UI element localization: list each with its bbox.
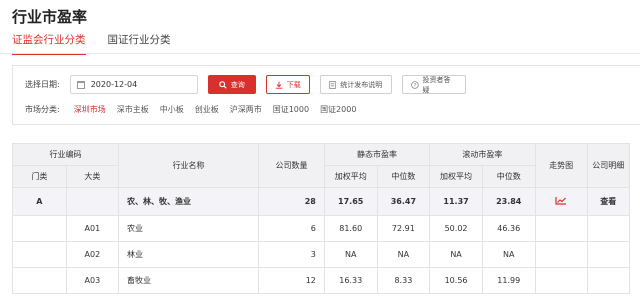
cell-subcategory: A01 xyxy=(65,215,119,242)
cell-company-detail xyxy=(586,215,631,242)
header-company-detail: 公司明细 xyxy=(586,143,631,188)
cell-static-median: 36.47 xyxy=(376,187,431,216)
header-subcategory: 大类 xyxy=(65,165,119,188)
line-chart-icon[interactable] xyxy=(555,196,567,205)
cell-trend xyxy=(534,215,588,242)
filter-row-market: 市场分类: 深圳市场 深市主板 中小板 创业板 沪深两市 国证1000 国证20… xyxy=(25,104,367,115)
cell-rolling-median: 23.84 xyxy=(481,187,536,216)
cell-subcategory xyxy=(65,187,119,216)
cell-subcategory: A03 xyxy=(65,267,119,294)
date-label: 选择日期: xyxy=(25,80,60,89)
help-icon: ? xyxy=(410,80,419,88)
market-option-sh-sz[interactable]: 沪深两市 xyxy=(230,104,262,115)
cell-industry-name: 农业 xyxy=(117,215,260,242)
table-row: A02 林业 3 NA NA NA NA xyxy=(12,241,631,268)
cell-rolling-median: 11.99 xyxy=(481,267,536,294)
cell-company-count: 3 xyxy=(258,241,325,268)
table-row: A01 农业 6 81.60 72.91 50.02 46.36 xyxy=(12,215,631,242)
cell-category xyxy=(12,267,67,294)
header-industry-code: 行业编码 xyxy=(12,143,119,166)
date-input[interactable]: 2020-12-04 xyxy=(69,75,198,94)
market-option-sz-main[interactable]: 深市主板 xyxy=(117,104,149,115)
cell-category xyxy=(12,241,67,268)
market-option-chinext[interactable]: 创业板 xyxy=(195,104,219,115)
cell-company-count: 12 xyxy=(258,267,325,294)
search-icon xyxy=(218,80,227,89)
header-rolling-pe: 滚动市盈率 xyxy=(429,143,536,166)
cell-rolling-weighted: 50.02 xyxy=(429,215,483,242)
svg-text:?: ? xyxy=(413,82,416,88)
cell-trend xyxy=(534,267,588,294)
cell-static-weighted: 16.33 xyxy=(323,267,378,294)
query-label: 查询 xyxy=(230,80,245,89)
cell-category: A xyxy=(12,187,67,216)
download-label: 下载 xyxy=(286,80,301,89)
cell-company-count: 28 xyxy=(258,187,325,216)
market-option-shenzhen[interactable]: 深圳市场 xyxy=(74,104,106,115)
header-static-median: 中位数 xyxy=(376,165,431,188)
tabs-divider xyxy=(0,53,640,54)
cell-rolling-weighted: 11.37 xyxy=(429,187,483,216)
header-rolling-median: 中位数 xyxy=(481,165,536,188)
filter-panel: 选择日期: 2020-12-04 查询 下载 统计发布说明 ? 投资者答疑 市场… xyxy=(12,65,640,125)
cell-static-median: NA xyxy=(376,241,431,268)
market-option-cn1000[interactable]: 国证1000 xyxy=(273,104,309,115)
download-icon xyxy=(275,81,282,89)
page-title: 行业市盈率 xyxy=(12,8,88,26)
market-label: 市场分类: xyxy=(25,105,60,114)
cell-rolling-median: 46.36 xyxy=(481,215,536,242)
header-category: 门类 xyxy=(12,165,67,188)
pe-ratio-table: 行业编码 行业名称 公司数量 静态市盈率 滚动市盈率 走势图 公司明细 门类 大… xyxy=(12,143,631,294)
header-industry-name: 行业名称 xyxy=(117,143,260,188)
cell-rolling-weighted: NA xyxy=(429,241,483,268)
cell-industry-name: 林业 xyxy=(117,241,260,268)
cell-trend xyxy=(534,187,588,216)
investor-guide-button[interactable]: ? 投资者答疑 xyxy=(401,75,466,94)
download-button[interactable]: 下载 xyxy=(265,75,310,94)
header-company-count: 公司数量 xyxy=(258,143,325,188)
cell-static-median: 8.33 xyxy=(376,267,431,294)
tab-cnindex-classification[interactable]: 国证行业分类 xyxy=(108,32,171,55)
table-row: A 农、林、牧、渔业 28 17.65 36.47 11.37 23.84 查看 xyxy=(12,187,631,216)
header-rolling-weighted: 加权平均 xyxy=(429,165,483,188)
cell-category xyxy=(12,215,67,242)
cell-trend xyxy=(534,241,588,268)
query-button[interactable]: 查询 xyxy=(207,75,256,94)
cell-subcategory: A02 xyxy=(65,241,119,268)
date-value: 2020-12-04 xyxy=(90,80,138,89)
header-trend: 走势图 xyxy=(534,143,588,188)
classification-tabs: 证监会行业分类 国证行业分类 xyxy=(12,32,171,55)
publish-note-label: 统计发布说明 xyxy=(340,80,383,89)
table-row: A03 畜牧业 12 16.33 8.33 10.56 11.99 xyxy=(12,267,631,294)
cell-static-weighted: 17.65 xyxy=(323,187,378,216)
cell-company-count: 6 xyxy=(258,215,325,242)
view-detail-link[interactable]: 查看 xyxy=(586,187,631,216)
cell-industry-name: 农、林、牧、渔业 xyxy=(117,187,260,216)
investor-guide-label: 投资者答疑 xyxy=(422,75,451,94)
cell-company-detail xyxy=(586,241,631,268)
tab-csrc-classification[interactable]: 证监会行业分类 xyxy=(12,32,86,55)
cell-rolling-median: NA xyxy=(481,241,536,268)
publish-note-button[interactable]: 统计发布说明 xyxy=(319,75,392,94)
cell-static-weighted: 81.60 xyxy=(323,215,378,242)
cell-industry-name: 畜牧业 xyxy=(117,267,260,294)
calendar-icon xyxy=(76,80,85,89)
cell-company-detail xyxy=(586,267,631,294)
filter-row-date: 选择日期: 2020-12-04 查询 下载 统计发布说明 ? 投资者答疑 xyxy=(25,75,466,94)
header-static-weighted: 加权平均 xyxy=(323,165,378,188)
market-option-sme[interactable]: 中小板 xyxy=(160,104,184,115)
market-option-cn2000[interactable]: 国证2000 xyxy=(320,104,356,115)
cell-static-weighted: NA xyxy=(323,241,378,268)
cell-rolling-weighted: 10.56 xyxy=(429,267,483,294)
header-static-pe: 静态市盈率 xyxy=(323,143,431,166)
document-icon xyxy=(329,80,336,89)
cell-static-median: 72.91 xyxy=(376,215,431,242)
